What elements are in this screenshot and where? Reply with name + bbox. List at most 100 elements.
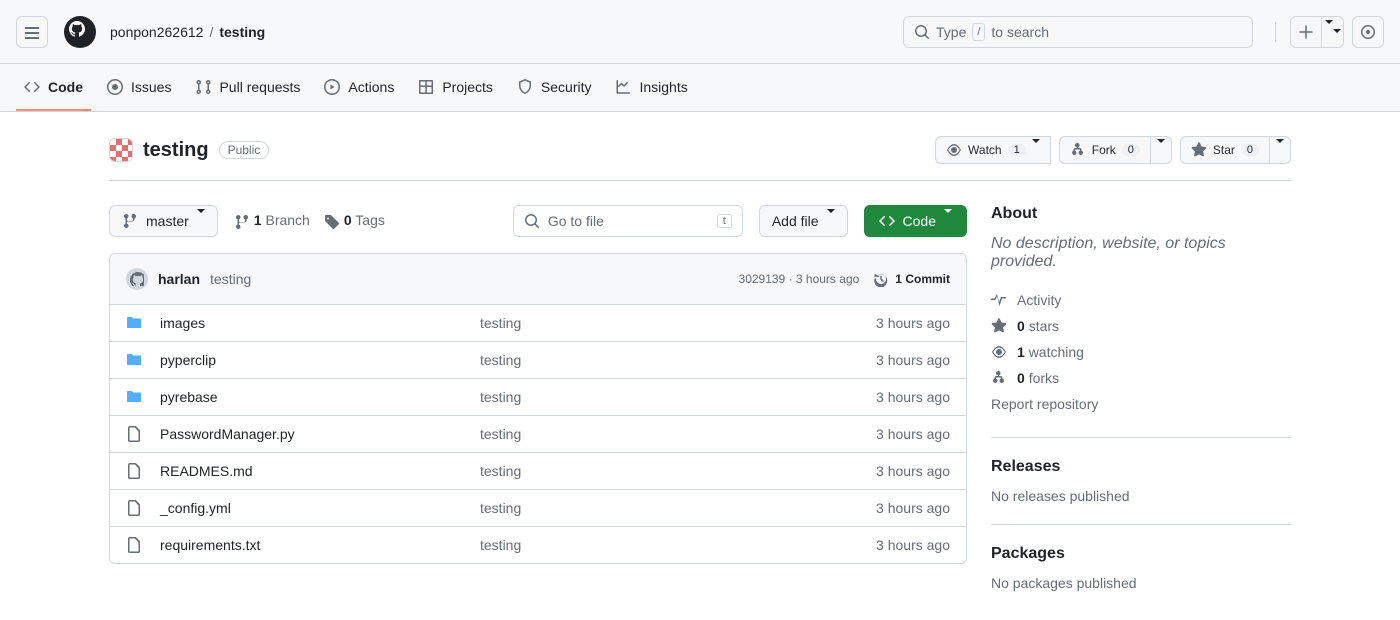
watch-button[interactable]: Watch 1 (935, 136, 1051, 164)
tab-insights[interactable]: Insights (607, 65, 695, 111)
goto-file-input[interactable]: Go to file t (513, 205, 743, 237)
file-name[interactable]: READMES.md (160, 463, 253, 479)
star-count: 0 (1241, 144, 1259, 156)
folder-icon (126, 315, 146, 331)
search-kbd: / (972, 23, 985, 41)
history-icon (873, 271, 889, 287)
latest-commit-bar: harlan testing 3029139 · 3 hours ago 1 C… (110, 254, 966, 305)
author-avatar[interactable] (126, 268, 148, 290)
file-row[interactable]: READMES.md testing3 hours ago (110, 453, 966, 490)
github-logo[interactable] (64, 16, 96, 48)
file-row[interactable]: pyperclip testing3 hours ago (110, 342, 966, 379)
fork-caret[interactable] (1151, 136, 1172, 164)
fork-count: 0 (1122, 144, 1140, 156)
code-download-button[interactable]: Code (864, 205, 967, 237)
create-new-button[interactable] (1290, 16, 1322, 48)
file-name[interactable]: pyrebase (160, 389, 218, 405)
file-icon (126, 463, 146, 479)
file-row[interactable]: _config.ymltesting3 hours ago (110, 490, 966, 527)
file-commit-msg[interactable]: testing (480, 389, 876, 405)
file-name[interactable]: images (160, 315, 205, 331)
file-commit-msg[interactable]: testing (480, 352, 876, 368)
star-icon (1191, 142, 1207, 158)
file-row[interactable]: PasswordManager.py testing3 hours ago (110, 416, 966, 453)
issues-shortcut-button[interactable] (1352, 16, 1384, 48)
search-prefix: Type (936, 24, 966, 40)
tab-actions[interactable]: Actions (316, 65, 402, 111)
pulse-icon (991, 292, 1007, 308)
repo-title: testing (143, 139, 209, 162)
branch-select[interactable]: master (109, 205, 218, 237)
tags-link[interactable]: 0 Tags (324, 212, 385, 229)
record-icon (1360, 24, 1376, 40)
file-toolbar: master 1 Branch 0 Tags Go to file t Add … (109, 205, 967, 237)
file-time: 3 hours ago (876, 426, 950, 442)
folder-icon (126, 389, 146, 405)
breadcrumb: ponpon262612 / testing (110, 24, 265, 40)
file-time: 3 hours ago (876, 537, 950, 553)
commits-link[interactable]: 1 Commit (873, 271, 950, 287)
tab-pull-requests[interactable]: Pull requests (187, 65, 308, 111)
file-time: 3 hours ago (876, 352, 950, 368)
releases-heading[interactable]: Releases (991, 458, 1291, 476)
file-commit-msg[interactable]: testing (480, 500, 876, 516)
file-commit-msg[interactable]: testing (480, 315, 876, 331)
commit-author[interactable]: harlan (158, 271, 200, 287)
repo-avatar (109, 138, 133, 162)
file-commit-msg[interactable]: testing (480, 537, 876, 553)
file-commit-msg[interactable]: testing (480, 463, 876, 479)
report-repo-link[interactable]: Report repository (991, 391, 1291, 417)
file-commit-msg[interactable]: testing (480, 426, 876, 442)
watching-link[interactable]: 1 watching (991, 339, 1291, 365)
branch-icon (122, 213, 138, 229)
code-icon (879, 213, 895, 229)
breadcrumb-repo[interactable]: testing (219, 24, 265, 40)
tab-code[interactable]: Code (16, 65, 91, 111)
forks-link[interactable]: 0 forks (991, 365, 1291, 391)
search-suffix: to search (991, 24, 1049, 40)
file-time: 3 hours ago (876, 389, 950, 405)
file-row[interactable]: imagestesting3 hours ago (110, 305, 966, 342)
file-name[interactable]: _config.yml (160, 500, 231, 516)
tab-issues[interactable]: Issues (99, 65, 179, 111)
breadcrumb-owner[interactable]: ponpon262612 (110, 24, 203, 40)
file-icon (126, 426, 146, 442)
hamburger-button[interactable] (16, 16, 48, 48)
file-icon (126, 500, 146, 516)
fork-icon (991, 370, 1007, 386)
star-button[interactable]: Star 0 (1180, 136, 1270, 164)
packages-heading[interactable]: Packages (991, 545, 1291, 563)
tab-security[interactable]: Security (509, 65, 600, 111)
global-search[interactable]: Type / to search (903, 16, 1253, 48)
fork-icon (1070, 142, 1086, 158)
file-row[interactable]: requirements.txt testing3 hours ago (110, 527, 966, 563)
file-list: harlan testing 3029139 · 3 hours ago 1 C… (109, 253, 967, 564)
stars-link[interactable]: 0 stars (991, 313, 1291, 339)
fork-button[interactable]: Fork 0 (1059, 136, 1151, 164)
plus-icon (1298, 24, 1314, 40)
folder-icon (126, 352, 146, 368)
add-file-button[interactable]: Add file (759, 205, 848, 237)
about-description: No description, website, or topics provi… (991, 235, 1291, 271)
branches-link[interactable]: 1 Branch (234, 212, 310, 229)
watch-count: 1 (1008, 144, 1026, 156)
tab-projects[interactable]: Projects (410, 65, 501, 111)
activity-link[interactable]: Activity (991, 287, 1291, 313)
file-name[interactable]: pyperclip (160, 352, 216, 368)
create-new-caret[interactable] (1322, 16, 1344, 48)
star-caret[interactable] (1270, 136, 1291, 164)
commit-age: 3 hours ago (796, 272, 859, 286)
file-name[interactable]: requirements.txt (160, 537, 260, 553)
search-icon (914, 24, 930, 40)
commit-sha[interactable]: 3029139 (739, 272, 786, 286)
releases-empty: No releases published (991, 488, 1291, 504)
file-time: 3 hours ago (876, 463, 950, 479)
eye-icon (946, 142, 962, 158)
repo-nav: Code Issues Pull requests Actions Projec… (0, 64, 1400, 112)
repo-header: testing Public Watch 1 Fork 0 (109, 128, 1291, 181)
file-name[interactable]: PasswordManager.py (160, 426, 295, 442)
file-row[interactable]: pyrebase testing3 hours ago (110, 379, 966, 416)
commit-message[interactable]: testing (210, 271, 251, 287)
global-header: ponpon262612 / testing Type / to search (0, 0, 1400, 64)
sidebar: About No description, website, or topics… (991, 205, 1291, 591)
